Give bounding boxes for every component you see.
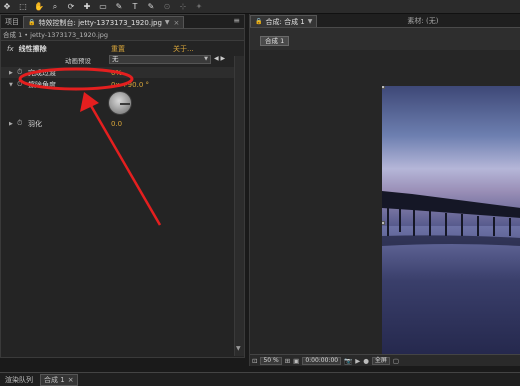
chevron-down-icon: ▼ xyxy=(204,56,208,62)
zoom-select[interactable]: 50 % xyxy=(260,356,282,365)
viewer-footer: ⊡ 50 % ⊞ ▣ 0:00:00:00 📷 ▶ ● 全屏 ▢ xyxy=(250,354,520,366)
angle-dial[interactable] xyxy=(108,91,132,115)
stopwatch-icon[interactable]: ⏱ xyxy=(17,80,22,89)
tab-comp-1[interactable]: 合成 1 × xyxy=(40,373,78,386)
tools-toolbar: ✥ ⬚ ✋ ⌕ ⟳ ✚ ▭ ✎ T ✎ ⊙ ⊹ ✦ xyxy=(0,0,520,14)
lock-icon[interactable]: 🔒 xyxy=(28,19,35,26)
animation-presets-label: 动画预设 xyxy=(65,57,91,65)
channel-icon[interactable]: ● xyxy=(363,357,369,365)
tab-comp-1-label: 合成 1 xyxy=(44,375,65,384)
camera-tool-icon[interactable]: ✚ xyxy=(82,2,92,12)
chevron-down-icon[interactable]: ▼ xyxy=(165,19,170,26)
effect-name: 线性擦除 xyxy=(18,45,47,53)
preset-nav-arrows-icon[interactable]: ◀ ▶ xyxy=(214,55,225,62)
property-value[interactable]: 0% xyxy=(111,69,122,77)
region-icon[interactable]: ▣ xyxy=(293,357,299,365)
animation-presets-select[interactable]: 无 ▼ xyxy=(109,55,211,64)
stopwatch-icon[interactable]: ⏱ xyxy=(17,68,22,77)
lock-icon[interactable]: 🔒 xyxy=(255,18,262,25)
scroll-down-icon[interactable]: ▼ xyxy=(236,345,241,352)
angle-dial-needle xyxy=(120,103,130,105)
about-link[interactable]: 关于... xyxy=(173,44,194,54)
property-name: 羽化 xyxy=(28,119,42,128)
jetty-photo xyxy=(382,86,520,362)
grid-icon[interactable]: ⊞ xyxy=(285,357,290,365)
rotate-tool-icon[interactable]: ⟳ xyxy=(66,2,76,12)
effect-list: fx 线性擦除 重置 关于... 动画预设 无 ▼ ◀ ▶ ▶ ⏱ 完成过渡 0… xyxy=(1,41,244,337)
tab-render-queue[interactable]: 渲染队列 xyxy=(2,375,36,385)
collapse-triangle-icon[interactable]: ▼ xyxy=(9,82,13,88)
brush-tool-icon[interactable]: ✎ xyxy=(146,2,156,12)
property-row-transition[interactable]: ▶ ⏱ 完成过渡 0% xyxy=(1,67,244,78)
reset-link[interactable]: 重置 xyxy=(111,44,125,54)
property-value[interactable]: 0.0 xyxy=(111,120,122,128)
selection-tool-icon[interactable]: ✥ xyxy=(2,2,12,12)
tab-composition[interactable]: 🔒 合成: 合成 1 ▼ xyxy=(250,15,318,27)
property-row-wipe-angle[interactable]: ▼ ⏱ 擦除角度 0x +90.0 ° xyxy=(1,79,244,90)
resolution-select[interactable]: 全屏 xyxy=(371,356,390,365)
zoom-tool-icon[interactable]: ⌕ xyxy=(50,2,60,12)
text-tool-icon[interactable]: T xyxy=(130,2,140,12)
select-box-tool-icon[interactable]: ⬚ xyxy=(18,2,28,12)
always-preview-icon[interactable]: ⊡ xyxy=(252,357,257,365)
effect-header[interactable]: fx 线性擦除 重置 关于... xyxy=(1,44,244,54)
expand-triangle-icon[interactable]: ▶ xyxy=(9,121,13,127)
eraser-tool-icon[interactable]: ⊹ xyxy=(178,2,188,12)
tab-composition-label: 合成: 合成 1 xyxy=(265,17,305,26)
composition-tabbar: 🔒 合成: 合成 1 ▼ 素材: (无) xyxy=(250,14,520,28)
composition-panel: 🔒 合成: 合成 1 ▼ 素材: (无) 合成 1 ⊡ 50 % ⊞ ▣ 0:0… xyxy=(249,14,520,366)
tab-project-label: 项目 xyxy=(5,18,19,26)
clone-stamp-tool-icon[interactable]: ⊙ xyxy=(162,2,172,12)
timecode-field[interactable]: 0:00:00:00 xyxy=(302,356,342,365)
composition-viewer[interactable] xyxy=(250,50,520,362)
comp-layer-path: 合成 1 • jetty-1373173_1920.jpg xyxy=(1,29,244,41)
hand-tool-icon[interactable]: ✋ xyxy=(34,2,44,12)
puppet-tool-icon[interactable]: ✦ xyxy=(194,2,204,12)
property-row-feather[interactable]: ▶ ⏱ 羽化 0.0 xyxy=(1,118,244,129)
animation-presets-row: 动画预设 无 ▼ ◀ ▶ xyxy=(1,55,244,65)
close-icon[interactable]: × xyxy=(174,19,180,27)
effect-controls-scrollbar[interactable]: ▼ xyxy=(234,56,244,356)
effect-controls-tabbar: 项目 🔒 特效控制台: jetty-1373173_1920.jpg ▼ × ≡ xyxy=(1,15,244,29)
jetty-silhouette xyxy=(382,191,520,246)
rectangle-tool-icon[interactable]: ▭ xyxy=(98,2,108,12)
layer-handle[interactable] xyxy=(382,221,385,225)
panel-menu-icon[interactable]: ≡ xyxy=(233,16,240,28)
animation-presets-value: 无 xyxy=(112,55,119,63)
show-snapshot-icon[interactable]: ▶ xyxy=(355,357,360,365)
property-name: 完成过渡 xyxy=(28,68,56,77)
stopwatch-icon[interactable]: ⏱ xyxy=(17,119,22,128)
tab-project[interactable]: 项目 xyxy=(1,16,23,28)
pen-tool-icon[interactable]: ✎ xyxy=(114,2,124,12)
tab-effect-controls-label: 特效控制台: jetty-1373173_1920.jpg xyxy=(38,18,162,27)
close-icon[interactable]: × xyxy=(68,376,74,384)
view-options-icon[interactable]: ▢ xyxy=(393,357,399,365)
timeline-tabbar: 渲染队列 合成 1 × xyxy=(0,372,520,386)
property-name: 擦除角度 xyxy=(28,80,56,89)
effect-controls-panel: 项目 🔒 特效控制台: jetty-1373173_1920.jpg ▼ × ≡… xyxy=(0,14,245,358)
tab-effect-controls[interactable]: 🔒 特效控制台: jetty-1373173_1920.jpg ▼ × xyxy=(23,16,185,28)
expand-triangle-icon[interactable]: ▶ xyxy=(9,70,13,76)
fx-icon[interactable]: fx xyxy=(7,45,14,53)
property-value[interactable]: 0x +90.0 ° xyxy=(111,81,149,89)
layer-handle[interactable] xyxy=(382,86,385,89)
tab-footage[interactable]: 素材: (无) xyxy=(407,15,438,27)
chevron-down-icon[interactable]: ▼ xyxy=(308,18,313,25)
composition-name-chip[interactable]: 合成 1 xyxy=(260,36,290,46)
camera-snapshot-icon[interactable]: 📷 xyxy=(344,357,352,365)
